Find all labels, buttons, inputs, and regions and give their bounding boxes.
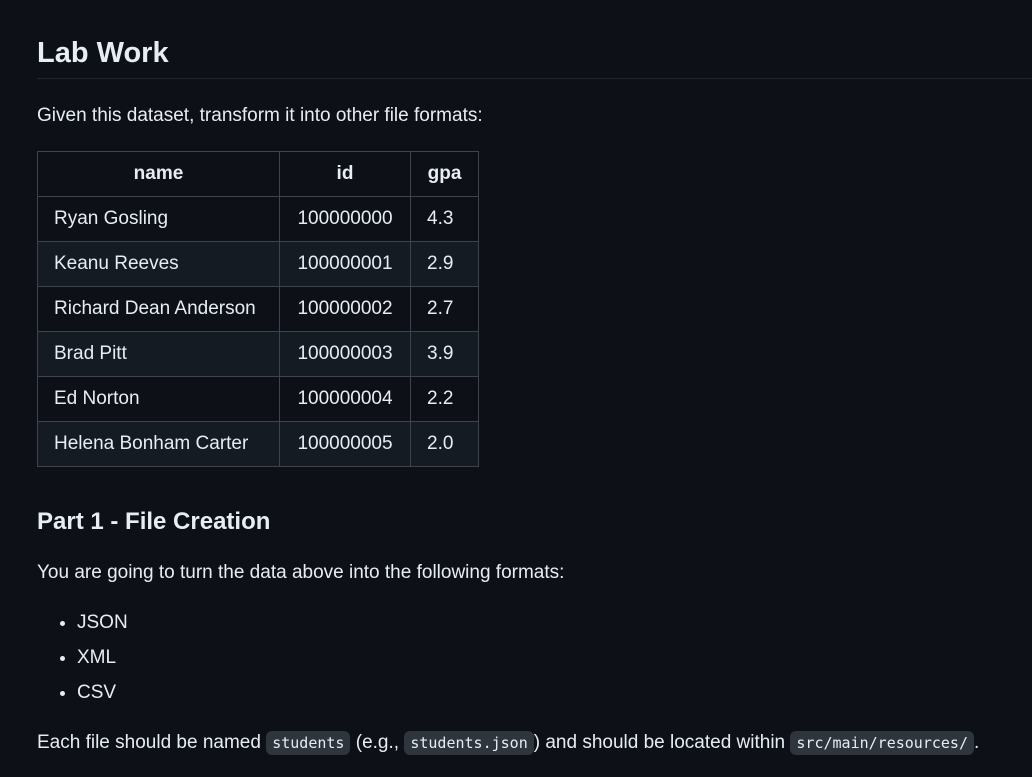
part1-description: You are going to turn the data above int… [37,562,565,583]
list-item: JSON [77,608,128,643]
naming-text: Each file should be named [37,732,267,753]
cell-gpa: 3.9 [410,331,479,377]
table-row: Richard Dean Anderson 100000002 2.7 [37,286,479,332]
cell-gpa: 2.7 [410,286,479,332]
naming-text: ) and should be located within [533,732,791,753]
table-header-row: name id gpa [37,151,479,197]
cell-id: 100000005 [279,421,411,467]
cell-gpa: 2.2 [410,376,479,422]
cell-name: Helena Bonham Carter [37,421,280,467]
cell-gpa: 4.3 [410,196,479,242]
cell-id: 100000004 [279,376,411,422]
cell-gpa: 2.0 [410,421,479,467]
heading-divider [37,78,1032,79]
inline-code-resources-path: src/main/resources/ [790,731,974,755]
intro-text: Given this dataset, transform it into ot… [37,105,483,126]
cell-id: 100000001 [279,241,411,287]
inline-code-students-json: students.json [404,731,534,755]
cell-name: Ed Norton [37,376,280,422]
naming-text: (e.g., [350,732,405,753]
cell-name: Keanu Reeves [37,241,280,287]
header-name: name [37,151,280,197]
section-heading: Lab Work [37,37,169,69]
inline-code-students: students [266,731,351,755]
cell-name: Brad Pitt [37,331,280,377]
naming-text: . [974,732,980,753]
cell-id: 100000002 [279,286,411,332]
cell-name: Ryan Gosling [37,196,280,242]
naming-instructions: Each file should be named students (e.g.… [37,729,979,757]
cell-name: Richard Dean Anderson [37,286,280,332]
table-row: Helena Bonham Carter 100000005 2.0 [37,421,479,467]
dataset-table: name id gpa Ryan Gosling 100000000 4.3 K… [37,151,479,467]
formats-list: JSON XML CSV [37,608,128,713]
table-row: Ryan Gosling 100000000 4.3 [37,196,479,242]
cell-gpa: 2.9 [410,241,479,287]
readme-page: Lab Work Given this dataset, transform i… [0,0,1032,777]
header-gpa: gpa [410,151,479,197]
list-item: XML [77,643,128,678]
cell-id: 100000000 [279,196,411,242]
cell-id: 100000003 [279,331,411,377]
part1-heading: Part 1 - File Creation [37,508,271,535]
table-row: Keanu Reeves 100000001 2.9 [37,241,479,287]
table-row: Ed Norton 100000004 2.2 [37,376,479,422]
list-item: CSV [77,678,128,713]
header-id: id [279,151,411,197]
table-row: Brad Pitt 100000003 3.9 [37,331,479,377]
